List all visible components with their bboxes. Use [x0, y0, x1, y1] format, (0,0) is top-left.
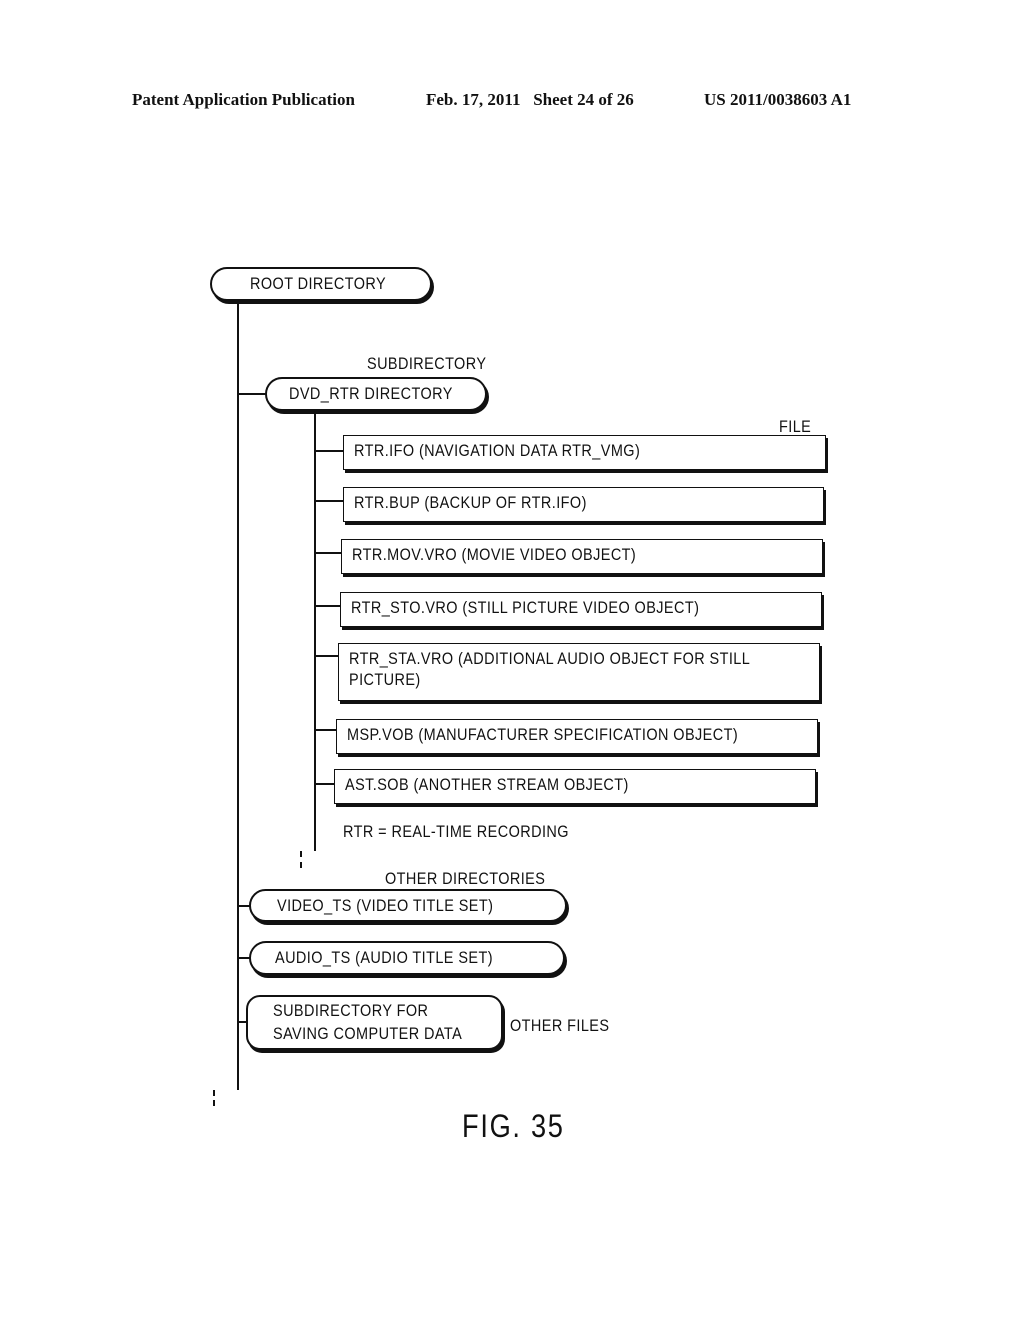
connector	[315, 783, 335, 785]
publication-date-sheet: Feb. 17, 2011 Sheet 24 of 26	[426, 90, 634, 109]
root-directory-node: ROOT DIRECTORY	[210, 267, 432, 301]
root-trunk-continuation	[213, 1100, 215, 1106]
connector	[315, 500, 343, 502]
file-node-label: RTR_STA.VRO (ADDITIONAL AUDIO OBJECT FOR…	[349, 649, 751, 668]
file-node-label: MSP.VOB (MANUFACTURER SPECIFICATION OBJE…	[347, 725, 739, 744]
dvd-rtr-directory-label: DVD_RTR DIRECTORY	[289, 384, 453, 403]
dvd-rtr-trunk-line	[314, 411, 316, 851]
connector	[315, 552, 341, 554]
computer-data-label-line1: SUBDIRECTORY FOR	[273, 1001, 429, 1020]
computer-data-label-line2: SAVING COMPUTER DATA	[273, 1024, 463, 1043]
root-trunk-line	[237, 300, 239, 1090]
dvd-rtr-trunk-continuation	[300, 862, 302, 868]
file-node-label: RTR.IFO (NAVIGATION DATA RTR_VMG)	[354, 441, 641, 460]
connector	[315, 450, 343, 452]
file-label: FILE	[779, 417, 812, 436]
file-node-label: RTR.MOV.VRO (MOVIE VIDEO OBJECT)	[352, 545, 637, 564]
root-directory-label: ROOT DIRECTORY	[250, 274, 387, 293]
computer-data-directory-node: SUBDIRECTORY FOR SAVING COMPUTER DATA	[246, 995, 503, 1050]
video-ts-directory-node: VIDEO_TS (VIDEO TITLE SET)	[249, 889, 567, 922]
connector	[315, 605, 341, 607]
video-ts-label: VIDEO_TS (VIDEO TITLE SET)	[277, 896, 494, 915]
subdirectory-label: SUBDIRECTORY	[367, 354, 487, 373]
file-node-rtr-bup: RTR.BUP (BACKUP OF RTR.IFO)	[343, 487, 824, 522]
file-node-label: RTR.BUP (BACKUP OF RTR.IFO)	[354, 493, 587, 512]
publication-number: US 2011/0038603 A1	[704, 90, 852, 109]
connector	[238, 393, 266, 395]
connector	[315, 729, 337, 731]
connector	[315, 655, 339, 657]
audio-ts-directory-node: AUDIO_TS (AUDIO TITLE SET)	[249, 941, 565, 975]
file-node-label-line2: PICTURE)	[349, 670, 421, 689]
other-directories-label: OTHER DIRECTORIES	[385, 869, 546, 888]
root-trunk-continuation	[213, 1090, 215, 1096]
file-node-label: AST.SOB (ANOTHER STREAM OBJECT)	[345, 775, 629, 794]
file-node-label: RTR_STO.VRO (STILL PICTURE VIDEO OBJECT)	[351, 598, 700, 617]
file-node-rtr-mov-vro: RTR.MOV.VRO (MOVIE VIDEO OBJECT)	[341, 539, 823, 574]
publication-title: Patent Application Publication	[132, 90, 355, 109]
other-files-label: OTHER FILES	[510, 1016, 610, 1035]
file-node-rtr-sto-vro: RTR_STO.VRO (STILL PICTURE VIDEO OBJECT)	[340, 592, 822, 627]
dvd-rtr-trunk-continuation	[300, 851, 302, 857]
file-node-ast-sob: AST.SOB (ANOTHER STREAM OBJECT)	[334, 769, 816, 804]
file-node-msp-vob: MSP.VOB (MANUFACTURER SPECIFICATION OBJE…	[336, 719, 818, 754]
dvd-rtr-directory-node: DVD_RTR DIRECTORY	[265, 377, 487, 411]
figure-label: FIG. 35	[462, 1108, 565, 1144]
file-node-rtr-ifo: RTR.IFO (NAVIGATION DATA RTR_VMG)	[343, 435, 826, 470]
file-node-rtr-sta-vro: RTR_STA.VRO (ADDITIONAL AUDIO OBJECT FOR…	[338, 643, 820, 701]
audio-ts-label: AUDIO_TS (AUDIO TITLE SET)	[275, 948, 493, 967]
rtr-abbreviation-note: RTR = REAL-TIME RECORDING	[343, 822, 569, 841]
